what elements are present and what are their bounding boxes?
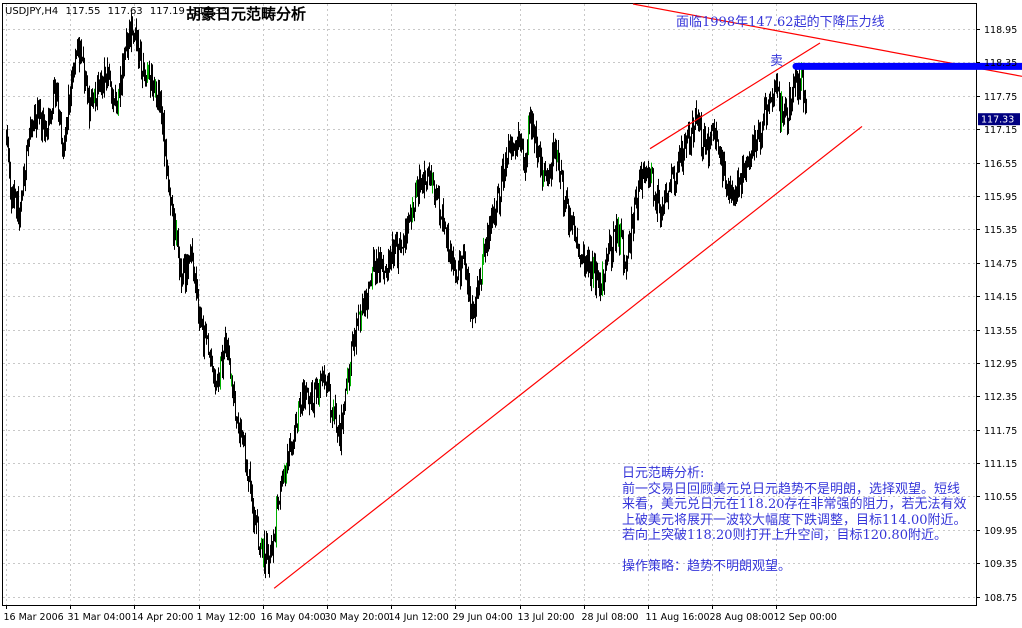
x-tick-label: 16 Mar 2006 <box>4 612 64 623</box>
analysis-note: 日元范畴分析: 前一交易日回顾美元兑日元趋势不是明朗，选择观望。短线来看，美元兑… <box>622 466 972 574</box>
x-tick-label: 28 Aug 08:00 <box>710 612 774 623</box>
strategy-text: 操作策略：趋势不明朗观望。 <box>622 558 792 574</box>
y-tick-label: 112.95 <box>984 359 1017 370</box>
y-tick-label: 115.95 <box>984 192 1017 203</box>
x-tick-label: 31 Mar 04:00 <box>68 612 131 623</box>
y-tick-label: 114.15 <box>984 292 1017 303</box>
y-tick-label: 118.35 <box>984 58 1017 69</box>
analysis-body: 前一交易日回顾美元兑日元趋势不是明朗，选择观望。短线来看，美元兑日元在118.2… <box>622 481 967 544</box>
analysis-title: 日元范畴分析: <box>622 466 705 481</box>
y-tick-label: 109.95 <box>984 526 1017 537</box>
x-tick-label: 11 Aug 16:00 <box>646 612 710 623</box>
y-tick-label: 112.35 <box>984 392 1017 403</box>
y-tick-label: 111.15 <box>984 459 1017 470</box>
x-tick-label: 14 Apr 20:00 <box>132 612 194 623</box>
sell-note: 卖 <box>770 54 784 69</box>
y-tick-label: 111.75 <box>984 426 1017 437</box>
x-tick-label: 30 May 20:00 <box>325 612 390 623</box>
y-tick-label: 114.75 <box>984 259 1017 270</box>
symbol-label: USDJPY,H4 <box>5 6 59 17</box>
low-value: 117.19 <box>149 6 185 17</box>
x-tick-label: 16 May 04:00 <box>261 612 326 623</box>
y-tick-label: 115.35 <box>984 225 1017 236</box>
y-tick-label: 117.15 <box>984 125 1017 136</box>
x-tick-label: 1 May 12:00 <box>197 612 256 623</box>
y-tick-label: 117.75 <box>984 92 1017 103</box>
x-tick-label: 12 Sep 00:00 <box>774 612 837 623</box>
x-tick-label: 28 Jul 08:00 <box>582 612 639 623</box>
resistance-note: 面临1998年147.62起的下降压力线 <box>676 15 885 30</box>
x-tick-label: 14 Jun 12:00 <box>389 612 449 623</box>
y-tick-label: 109.35 <box>984 559 1017 570</box>
y-tick-label: 113.55 <box>984 326 1017 337</box>
y-tick-label: 110.55 <box>984 492 1017 503</box>
y-tick-label: 118.95 <box>984 25 1017 36</box>
chart-title: 胡豪日元范畴分析 <box>186 5 307 23</box>
y-tick-label: 108.75 <box>984 593 1017 604</box>
high-value: 117.63 <box>107 6 143 17</box>
open-value: 117.55 <box>65 6 101 17</box>
x-tick-label: 29 Jun 04:00 <box>453 612 513 623</box>
y-tick-label: 116.55 <box>984 159 1017 170</box>
current-price-label: 117.33 <box>981 115 1014 126</box>
x-tick-label: 13 Jul 20:00 <box>518 612 575 623</box>
